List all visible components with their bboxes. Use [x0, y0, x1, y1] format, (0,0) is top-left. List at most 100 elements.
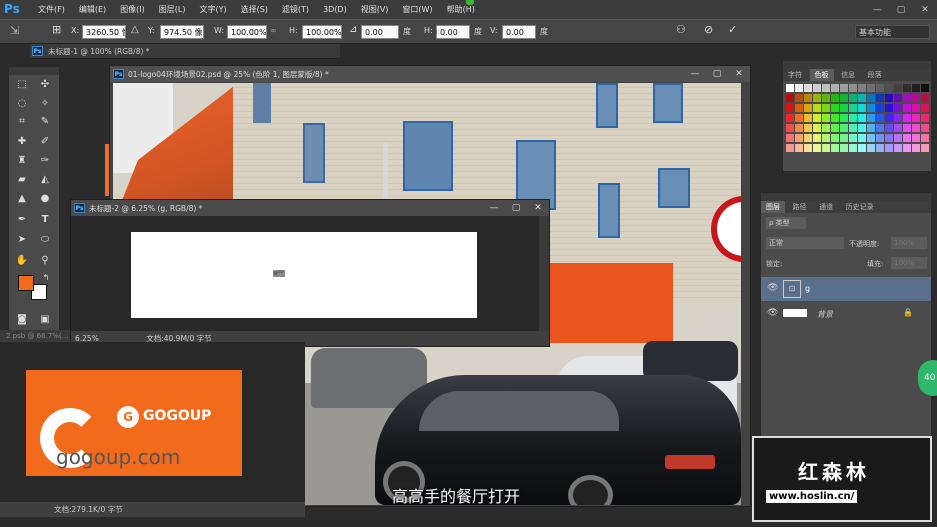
color-swatch[interactable] [822, 134, 830, 142]
close-button[interactable]: ✕ [913, 3, 937, 17]
color-swatch[interactable] [849, 104, 857, 112]
color-swatch[interactable] [921, 124, 929, 132]
color-swatch[interactable] [858, 124, 866, 132]
width-field[interactable]: 100.00% [227, 25, 267, 39]
crop-tool-icon[interactable]: ⌗ [15, 115, 29, 129]
color-swatch[interactable] [822, 144, 830, 152]
color-swatch[interactable] [894, 134, 902, 142]
color-swatch[interactable] [831, 114, 839, 122]
color-swatch[interactable] [867, 144, 875, 152]
color-swatch[interactable] [867, 124, 875, 132]
workspace-select[interactable]: 基本功能 [855, 25, 930, 39]
color-swatch[interactable] [912, 84, 920, 92]
tab-swatches[interactable]: 色板 [809, 69, 834, 81]
swatch-grid[interactable] [786, 84, 929, 160]
menu-select[interactable]: 选择(S) [234, 4, 275, 15]
color-swatch[interactable] [876, 94, 884, 102]
color-swatch[interactable] [885, 104, 893, 112]
color-swatch[interactable] [867, 134, 875, 142]
vertical-scrollbar[interactable] [539, 216, 549, 331]
vskew-field[interactable]: 0.00 [502, 25, 536, 39]
small-window-titlebar[interactable]: Ps 未标题-2 @ 6.25% (g, RGB/8) * — ▢ ✕ [71, 200, 549, 216]
y-field[interactable]: 974.50 像 [160, 25, 204, 39]
main-window-titlebar[interactable]: Ps 01-logo04环境场景02.psd @ 25% (色阶 1, 图层蒙版… [110, 66, 750, 82]
height-field[interactable]: 100.00% [302, 25, 342, 39]
minimize-button[interactable]: — [865, 3, 889, 17]
type-tool-icon[interactable]: T [38, 213, 52, 227]
color-swatch[interactable] [813, 104, 821, 112]
color-swatch[interactable] [786, 114, 794, 122]
layer-row[interactable]: 👁 ⊡ g [761, 277, 931, 301]
color-swatch[interactable] [912, 144, 920, 152]
marquee-tool-icon[interactable]: ⬚ [15, 78, 29, 92]
menu-3d[interactable]: 3D(D) [316, 5, 354, 14]
dodge-tool-icon[interactable]: ● [38, 192, 52, 206]
color-swatch[interactable] [885, 94, 893, 102]
color-swatch[interactable] [876, 84, 884, 92]
color-swatch[interactable] [903, 104, 911, 112]
menu-image[interactable]: 图像(I) [113, 4, 152, 15]
hand-tool-icon[interactable]: ✋ [15, 254, 29, 268]
color-swatch[interactable] [867, 114, 875, 122]
magic-wand-tool-icon[interactable]: ✧ [38, 97, 52, 111]
color-swatch[interactable] [813, 134, 821, 142]
color-swatch[interactable] [849, 124, 857, 132]
zoom-tool-icon[interactable]: ⚲ [38, 254, 52, 268]
color-swatch[interactable] [831, 94, 839, 102]
color-swatch[interactable] [795, 114, 803, 122]
color-swatch[interactable] [867, 94, 875, 102]
color-swatch[interactable] [795, 84, 803, 92]
hskew-field[interactable]: 0.00 [436, 25, 470, 39]
color-swatch[interactable] [849, 84, 857, 92]
color-swatch[interactable] [795, 94, 803, 102]
color-swatch[interactable] [912, 94, 920, 102]
color-swatch[interactable] [813, 114, 821, 122]
reference-point-icon[interactable]: ⊞ [52, 23, 61, 36]
color-swatch[interactable] [831, 84, 839, 92]
lasso-tool-icon[interactable]: ◌ [15, 97, 29, 111]
color-swatch[interactable] [903, 84, 911, 92]
main-close-button[interactable]: ✕ [728, 69, 750, 79]
tab-character[interactable]: 字符 [783, 69, 807, 81]
eraser-tool-icon[interactable]: ▰ [15, 173, 29, 187]
color-swatch[interactable] [912, 134, 920, 142]
left-doc-tab[interactable]: 2.psb @ 66.7%(... [0, 330, 70, 342]
tab-layers[interactable]: 图层 [761, 201, 785, 213]
color-swatch[interactable] [858, 144, 866, 152]
color-swatch[interactable] [840, 94, 848, 102]
quick-mask-icon[interactable]: ◙ [15, 313, 29, 327]
x-field[interactable]: 3260.50 像 [82, 25, 126, 39]
cancel-transform-icon[interactable]: ⊘ [704, 23, 713, 36]
fill-field[interactable]: 100% [891, 257, 927, 269]
color-swatch[interactable] [858, 104, 866, 112]
color-swatch[interactable] [849, 114, 857, 122]
move-tool-icon[interactable]: ✣ [38, 78, 52, 92]
menu-edit[interactable]: 编辑(E) [72, 4, 113, 15]
pen-tool-icon[interactable]: ✒ [15, 213, 29, 227]
color-swatch[interactable] [804, 124, 812, 132]
color-swatch[interactable] [849, 134, 857, 142]
eyedropper-tool-icon[interactable]: ✎ [38, 115, 52, 129]
menu-filter[interactable]: 滤镜(T) [275, 4, 316, 15]
color-swatch[interactable] [804, 94, 812, 102]
history-brush-tool-icon[interactable]: ✑ [38, 154, 52, 168]
back-document-tab[interactable]: Ps 未标题-1 @ 100% (RGB/8) * [30, 44, 340, 59]
tab-info[interactable]: 信息 [836, 69, 860, 81]
color-swatch[interactable] [840, 104, 848, 112]
menu-layer[interactable]: 图层(L) [152, 4, 193, 15]
color-swatch[interactable] [921, 94, 929, 102]
color-swatch[interactable] [876, 144, 884, 152]
paint-bucket-tool-icon[interactable]: ◭ [38, 173, 52, 187]
color-swatch[interactable] [804, 134, 812, 142]
color-swatch[interactable] [885, 124, 893, 132]
color-swatch[interactable] [858, 134, 866, 142]
tools-grip[interactable] [9, 67, 59, 75]
color-swatch[interactable] [876, 104, 884, 112]
color-swatch[interactable] [804, 104, 812, 112]
color-swatch[interactable] [786, 84, 794, 92]
color-swatch[interactable] [804, 144, 812, 152]
color-swatch[interactable] [912, 124, 920, 132]
color-swatch[interactable] [831, 134, 839, 142]
color-swatch[interactable] [921, 114, 929, 122]
color-swatch[interactable] [786, 134, 794, 142]
